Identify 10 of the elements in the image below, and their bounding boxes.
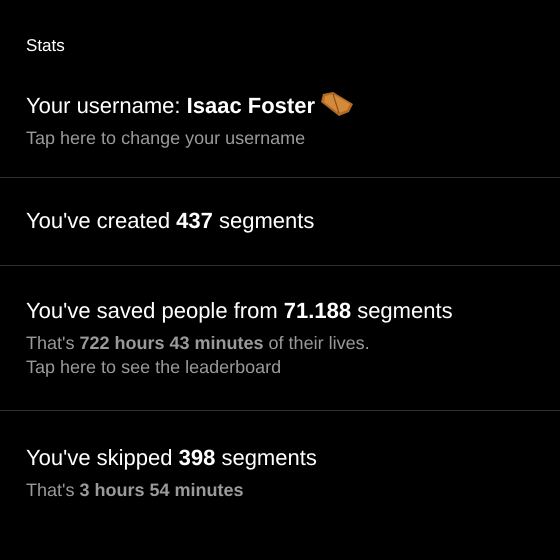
section-header: Stats xyxy=(25,35,66,57)
stat-title: You've created 437 segments xyxy=(26,207,314,235)
stat-title: You've skipped 398 segments xyxy=(26,444,317,472)
coffin-icon xyxy=(319,90,356,118)
stat-subtitle: Tap here to see the leaderboard xyxy=(26,356,282,379)
stat-title: Your username: Isaac Foster xyxy=(26,92,316,120)
stat-subtitle: That's 3 hours 54 minutes xyxy=(26,478,245,502)
stat-subtitle: Tap here to change your username xyxy=(26,126,306,150)
stat-title: You've saved people from 71.188 segments xyxy=(26,297,453,325)
stat-subtitle: That's 722 hours 43 minutes of their lives. xyxy=(26,332,371,355)
